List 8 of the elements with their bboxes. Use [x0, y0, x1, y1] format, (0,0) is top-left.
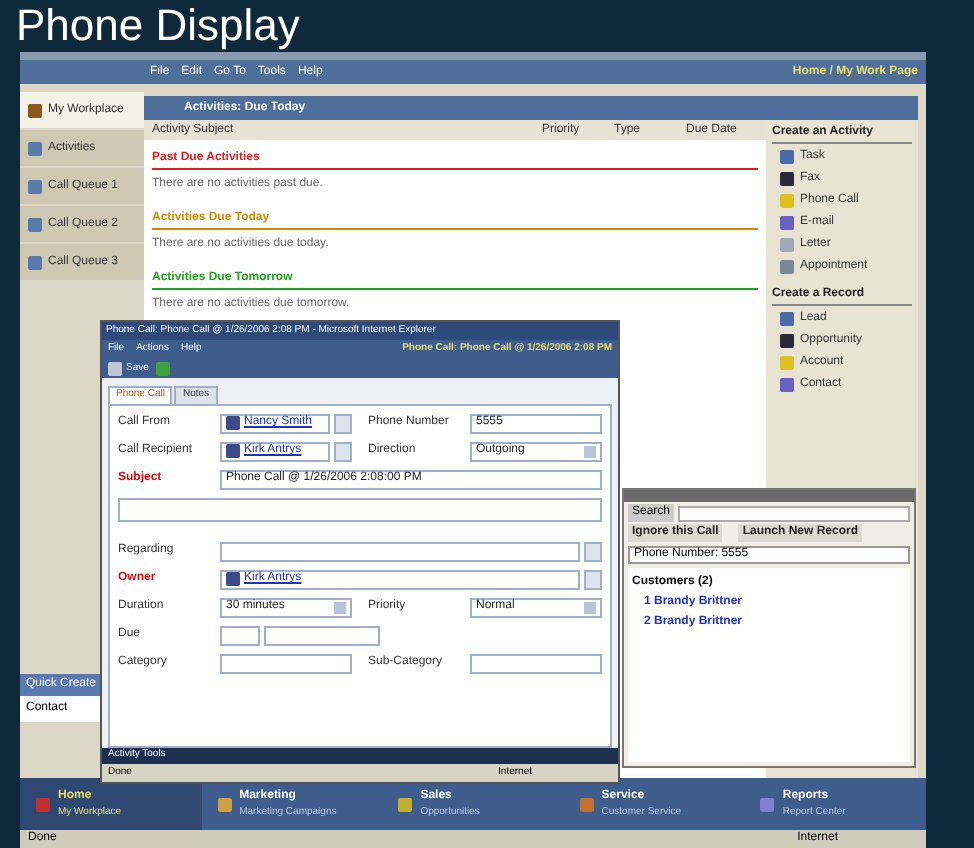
time-field[interactable] — [264, 625, 380, 645]
text-field[interactable] — [220, 653, 352, 673]
description-field[interactable] — [118, 497, 602, 521]
date-field[interactable] — [220, 625, 260, 645]
search-field[interactable] — [678, 505, 910, 521]
text-field[interactable] — [470, 653, 602, 673]
lookup-field[interactable] — [220, 541, 580, 561]
page-title: Phone Display — [16, 0, 300, 52]
